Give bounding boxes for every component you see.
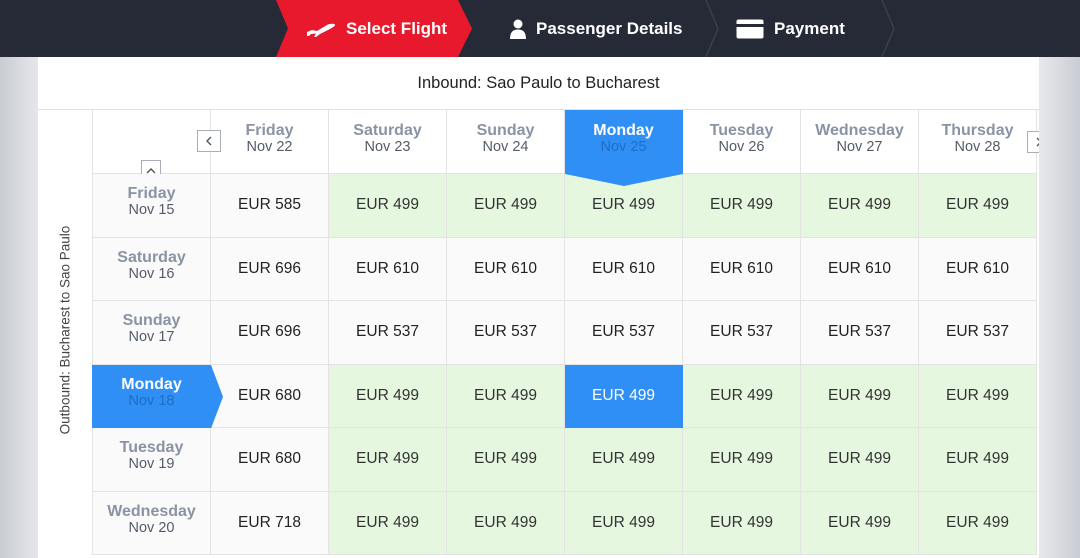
day-date: Nov 23 [364,138,411,155]
day-date: Nov 16 [128,265,175,282]
day-name: Friday [127,185,176,203]
price-cell[interactable]: EUR 537 [329,301,447,365]
outbound-route-title: Outbound: Bucharest to Sao Paulo [57,225,73,435]
day-date: Nov 22 [246,138,293,155]
day-date: Nov 15 [128,202,175,219]
price-cell[interactable]: EUR 499 [919,428,1037,492]
outbound-date-header[interactable]: Friday Nov 15 [92,174,211,238]
person-icon [510,19,526,39]
price-cell[interactable]: EUR 499 [565,491,683,555]
price-cell[interactable]: EUR 696 [211,301,329,365]
step-label: Select Flight [346,18,448,38]
selected-column-arrow [565,174,683,186]
price-cell[interactable]: EUR 499 [447,491,565,555]
inbound-date-header[interactable]: Wednesday Nov 27 [801,110,919,174]
price-cell[interactable]: EUR 499 [565,364,683,428]
outbound-date-header[interactable]: Saturday Nov 16 [92,237,211,301]
price-cell[interactable]: EUR 499 [801,491,919,555]
outbound-route-label: Outbound: Bucharest to Sao Paulo [38,110,92,558]
airplane-icon [306,20,336,38]
price-cell[interactable]: EUR 499 [329,428,447,492]
checkout-steps-bar: Select Flight Passenger Details Payment [0,0,1080,57]
price-cell[interactable]: EUR 696 [211,237,329,301]
day-date: Nov 24 [482,138,529,155]
price-cell[interactable]: EUR 718 [211,491,329,555]
price-cell[interactable]: EUR 499 [919,364,1037,428]
price-cell[interactable]: EUR 537 [565,301,683,365]
day-name: Friday [245,121,294,139]
selected-row-arrow [211,364,223,428]
day-date: Nov 27 [836,138,883,155]
price-cell[interactable]: EUR 499 [329,174,447,238]
day-name: Sunday [122,312,181,330]
price-cell[interactable]: EUR 499 [565,428,683,492]
step-divider-chevron [705,0,719,57]
price-cell[interactable]: EUR 499 [801,364,919,428]
price-cell[interactable]: EUR 499 [683,428,801,492]
outbound-date-header[interactable]: Tuesday Nov 19 [92,428,211,492]
day-date: Nov 19 [128,456,175,473]
price-cell[interactable]: EUR 610 [919,237,1037,301]
step-label: Payment [774,18,845,38]
day-name: Monday [121,375,182,393]
day-name: Sunday [476,121,535,139]
day-date: Nov 20 [128,519,175,536]
day-date: Nov 25 [600,138,647,155]
price-cell[interactable]: EUR 585 [211,174,329,238]
inbound-date-header[interactable]: Monday Nov 25 [565,110,683,174]
inbound-date-header[interactable]: Friday Nov 22 [211,110,329,174]
day-date: Nov 17 [128,329,175,346]
price-cell[interactable]: EUR 499 [683,364,801,428]
price-cell[interactable]: EUR 499 [919,491,1037,555]
day-name: Tuesday [709,121,774,139]
price-cell[interactable]: EUR 610 [565,237,683,301]
price-cell[interactable]: EUR 499 [329,491,447,555]
price-cell[interactable]: EUR 499 [801,428,919,492]
price-cell[interactable]: EUR 499 [447,174,565,238]
step-label: Passenger Details [536,18,683,38]
day-name: Wednesday [815,121,904,139]
day-name: Wednesday [107,502,196,520]
price-cell[interactable]: EUR 537 [447,301,565,365]
price-cell[interactable]: EUR 499 [683,491,801,555]
step-payment[interactable]: Payment [736,0,896,57]
price-cell[interactable]: EUR 680 [211,428,329,492]
price-cell[interactable]: EUR 499 [447,364,565,428]
inbound-date-header[interactable]: Sunday Nov 24 [447,110,565,174]
outbound-date-header[interactable]: Monday Nov 18 [92,364,211,428]
price-cell[interactable]: EUR 610 [447,237,565,301]
inbound-date-header[interactable]: Thursday Nov 28 [919,110,1037,174]
flight-date-matrix-panel: Inbound: Sao Paulo to Bucharest Outbound… [38,57,1039,558]
price-cell[interactable]: EUR 499 [329,364,447,428]
price-cell[interactable]: EUR 610 [801,237,919,301]
price-cell[interactable]: EUR 537 [801,301,919,365]
day-name: Thursday [941,121,1014,139]
price-cell[interactable]: EUR 499 [683,174,801,238]
price-cell[interactable]: EUR 537 [919,301,1037,365]
price-cell[interactable]: EUR 610 [683,237,801,301]
credit-card-icon [736,19,764,39]
outbound-date-header[interactable]: Wednesday Nov 20 [92,491,211,555]
chevron-right-icon [1036,137,1039,147]
price-cell[interactable]: EUR 610 [329,237,447,301]
step-select-flight[interactable]: Select Flight [306,0,456,57]
day-name: Saturday [353,121,422,139]
outbound-date-header[interactable]: Sunday Nov 17 [92,301,211,365]
next-week-button[interactable] [1027,131,1039,153]
day-date: Nov 26 [718,138,765,155]
inbound-date-header[interactable]: Tuesday Nov 26 [683,110,801,174]
price-cell[interactable]: EUR 680 [211,364,329,428]
inbound-route-title: Inbound: Sao Paulo to Bucharest [38,57,1039,110]
price-cell[interactable]: EUR 499 [919,174,1037,238]
day-date: Nov 18 [128,392,175,409]
price-cell[interactable]: EUR 499 [801,174,919,238]
price-cell[interactable]: EUR 537 [683,301,801,365]
price-cell[interactable]: EUR 499 [447,428,565,492]
day-name: Tuesday [119,439,184,457]
day-name: Monday [593,121,654,139]
step-passenger-details[interactable]: Passenger Details [510,0,700,57]
day-name: Saturday [117,248,186,266]
inbound-date-header[interactable]: Saturday Nov 23 [329,110,447,174]
day-date: Nov 28 [954,138,1001,155]
